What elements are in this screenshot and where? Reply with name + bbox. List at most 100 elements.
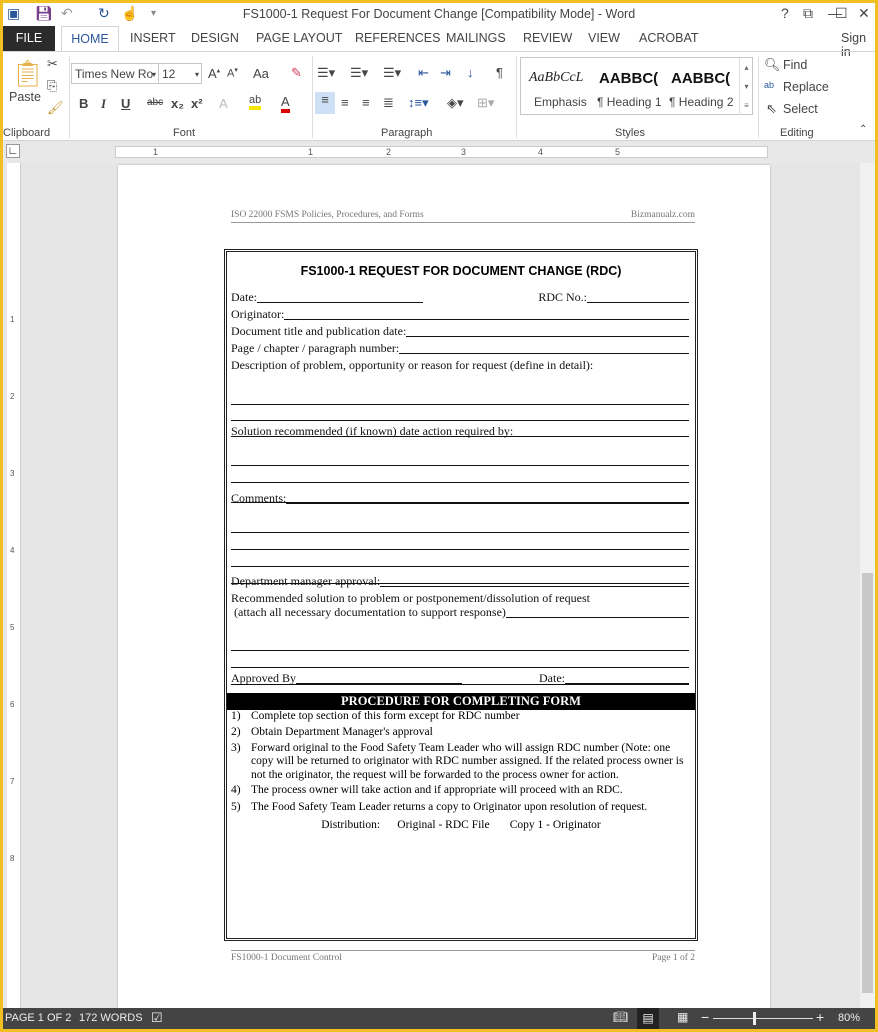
style-preview-emphasis[interactable]: AaBbCcL xyxy=(529,70,583,86)
cut-icon[interactable]: ✂ xyxy=(47,56,58,72)
borders-icon[interactable]: ⊞▾ xyxy=(477,95,494,111)
blank-input-line[interactable] xyxy=(231,465,689,466)
blank-input-line[interactable] xyxy=(231,650,689,651)
blank-input-line[interactable] xyxy=(231,482,689,483)
multilevel-list-icon[interactable]: ☰▾ xyxy=(383,65,401,81)
subscript-button[interactable]: x₂ xyxy=(171,96,184,111)
tab-file[interactable]: FILE xyxy=(3,26,55,51)
tab-insert[interactable]: INSERT xyxy=(130,31,176,45)
page-count[interactable]: PAGE 1 OF 2 xyxy=(5,1012,71,1024)
tab-references[interactable]: REFERENCES xyxy=(355,31,440,45)
bold-button[interactable]: B xyxy=(79,96,88,111)
tab-review[interactable]: REVIEW xyxy=(523,31,572,45)
align-left-icon[interactable]: ≡ xyxy=(315,92,335,114)
blank-input-line[interactable] xyxy=(231,549,689,550)
blank-input-line[interactable] xyxy=(231,566,689,567)
field-input-line[interactable] xyxy=(565,683,689,684)
web-layout-icon[interactable]: ▦ xyxy=(677,1010,688,1024)
tab-selector[interactable]: ∟ xyxy=(6,144,20,158)
underline-button[interactable]: U xyxy=(121,96,130,111)
ribbon-display-button[interactable]: ⧉ xyxy=(803,5,813,22)
select-button[interactable]: Select xyxy=(783,102,818,116)
style-emphasis[interactable]: Emphasis xyxy=(534,95,587,109)
highlight-icon[interactable]: ab xyxy=(249,94,262,110)
shading-icon[interactable]: ◈▾ xyxy=(447,95,464,111)
field-input-line[interactable] xyxy=(257,302,423,303)
font-color-icon[interactable]: A xyxy=(281,94,290,113)
decrease-indent-icon[interactable]: ⇤ xyxy=(418,65,429,81)
style-heading-1[interactable]: ¶ Heading 1 xyxy=(597,95,662,109)
replace-button[interactable]: Replace xyxy=(783,80,829,94)
tab-design[interactable]: DESIGN xyxy=(191,31,239,45)
zoom-level[interactable]: 80% xyxy=(838,1012,860,1024)
vertical-scrollbar[interactable] xyxy=(860,163,875,1009)
field-input-line[interactable] xyxy=(284,319,689,320)
grow-font-icon[interactable]: A▴ xyxy=(208,66,220,81)
font-name-select[interactable]: Times New Ro ▾ xyxy=(71,63,159,84)
document-page[interactable]: ISO 22000 FSMS Policies, Procedures, and… xyxy=(118,165,770,1009)
font-size-value: 12 xyxy=(162,67,176,81)
field-input-line[interactable] xyxy=(587,302,689,303)
close-button[interactable]: ✕ xyxy=(858,5,870,22)
font-size-select[interactable]: 12 ▾ xyxy=(158,63,202,84)
increase-indent-icon[interactable]: ⇥ xyxy=(440,65,451,81)
tab-view[interactable]: VIEW xyxy=(588,31,620,45)
text-effects-icon[interactable]: A xyxy=(219,96,228,111)
change-case-button[interactable]: Aa xyxy=(253,66,269,81)
field-input-line[interactable] xyxy=(513,436,689,437)
strikethrough-button[interactable]: abc xyxy=(147,97,163,108)
vertical-ruler[interactable]: 1 2 3 4 5 6 7 8 xyxy=(7,163,21,1009)
style-preview-heading-2[interactable]: AABBC( xyxy=(671,70,730,87)
blank-input-line[interactable] xyxy=(231,532,689,533)
align-right-icon[interactable]: ≡ xyxy=(362,95,370,110)
tab-home[interactable]: HOME xyxy=(61,26,119,52)
line-spacing-icon[interactable]: ↕≡▾ xyxy=(408,95,429,111)
field-input-line[interactable] xyxy=(296,683,462,684)
sort-icon[interactable]: ↓ xyxy=(467,65,474,80)
collapse-ribbon-icon[interactable]: ⌃ xyxy=(859,124,867,135)
style-heading-2[interactable]: ¶ Heading 2 xyxy=(669,95,734,109)
zoom-slider[interactable] xyxy=(713,1018,813,1019)
zoom-out-button[interactable]: − xyxy=(701,1009,709,1025)
proofing-icon[interactable]: ☑ xyxy=(151,1010,163,1026)
scrollbar-thumb[interactable] xyxy=(862,573,873,993)
numbering-icon[interactable]: ☰▾ xyxy=(350,65,368,81)
format-painter-icon[interactable]: 🖌︎ xyxy=(47,100,64,116)
copy-icon[interactable]: ⎘ xyxy=(47,78,57,94)
help-button[interactable]: ? xyxy=(781,5,789,21)
field-input-line[interactable] xyxy=(406,336,689,337)
field-input-line[interactable] xyxy=(286,503,689,504)
justify-icon[interactable]: ≣ xyxy=(383,95,394,111)
superscript-button[interactable]: x² xyxy=(191,96,203,111)
blank-input-line[interactable] xyxy=(231,420,689,421)
blank-input-line[interactable] xyxy=(231,404,689,405)
paste-icon[interactable]: 📋︎ xyxy=(11,58,44,89)
zoom-slider-thumb[interactable] xyxy=(753,1012,756,1025)
align-center-icon[interactable]: ≡ xyxy=(341,95,349,110)
paste-button[interactable]: Paste xyxy=(9,90,41,104)
field-input-line[interactable] xyxy=(380,586,689,587)
step-number: 2) xyxy=(231,726,241,738)
tab-acrobat[interactable]: ACROBAT xyxy=(639,31,699,45)
bullets-icon[interactable]: ☰▾ xyxy=(317,65,335,81)
zoom-in-button[interactable]: + xyxy=(816,1009,824,1025)
italic-button[interactable]: I xyxy=(101,96,106,112)
field-input-line[interactable] xyxy=(505,617,689,618)
print-layout-icon[interactable]: ▤ xyxy=(637,1008,659,1029)
styles-scroll[interactable]: ▴ ▾ ≡ xyxy=(739,58,753,115)
find-button[interactable]: Find xyxy=(783,58,807,72)
word-count[interactable]: 172 WORDS xyxy=(79,1012,143,1024)
ruler-number: 6 xyxy=(10,700,15,709)
shrink-font-icon[interactable]: A▾ xyxy=(227,66,238,80)
read-mode-icon[interactable]: 📖︎ xyxy=(613,1010,628,1024)
maximize-button[interactable]: ☐ xyxy=(835,5,848,22)
show-formatting-button[interactable]: ¶ xyxy=(496,65,503,80)
clear-formatting-icon[interactable]: ✎ xyxy=(291,65,302,81)
footer-left: FS1000-1 Document Control xyxy=(231,953,342,963)
field-input-line[interactable] xyxy=(399,353,689,354)
blank-input-line[interactable] xyxy=(231,667,689,668)
tab-mailings[interactable]: MAILINGS xyxy=(446,31,506,45)
style-preview-heading-1[interactable]: AABBC( xyxy=(599,70,658,87)
horizontal-ruler[interactable]: 1 1 2 3 4 5 xyxy=(115,146,768,158)
tab-page-layout[interactable]: PAGE LAYOUT xyxy=(256,31,342,45)
